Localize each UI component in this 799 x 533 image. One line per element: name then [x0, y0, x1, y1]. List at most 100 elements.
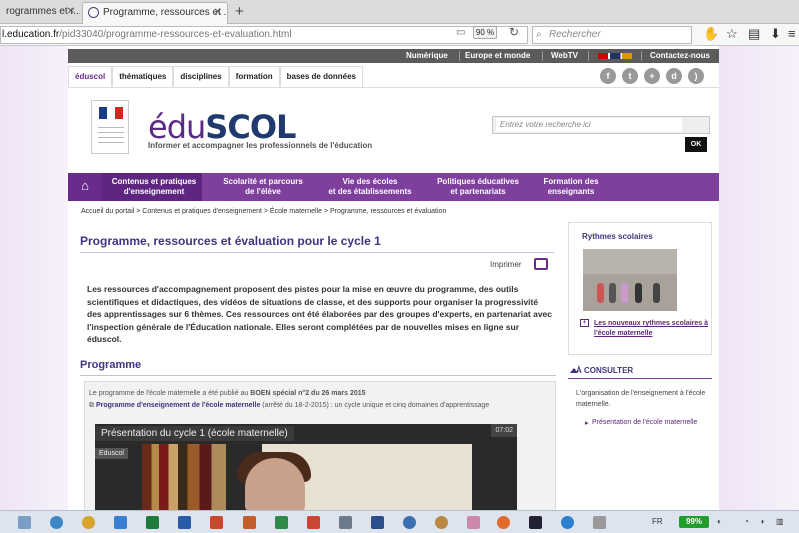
chrome-icon[interactable] — [82, 516, 95, 529]
topbar-link-contact[interactable]: Contactez-nous — [650, 51, 710, 60]
url-path: /pid33040/programme-ressources-et-evalua… — [59, 29, 292, 40]
menu-icon[interactable]: ≡ — [788, 26, 796, 41]
programme-publication-text: Le programme de l'école maternelle a été… — [89, 390, 366, 397]
tab-label: Programme, ressources et ... — [103, 7, 228, 18]
consult-heading: À CONSULTER — [569, 366, 634, 375]
ministry-logo[interactable] — [91, 100, 129, 154]
site-tagline: Informer et accompagner les professionne… — [148, 141, 373, 150]
topbar-link-webtv[interactable]: WebTV — [551, 51, 578, 60]
app-icon[interactable] — [467, 516, 480, 529]
programme-box: Le programme de l'école maternelle a été… — [84, 381, 556, 510]
twitter-icon[interactable]: t — [622, 68, 638, 84]
word-icon[interactable] — [178, 516, 191, 529]
photo-figure — [635, 283, 642, 303]
tab-formation[interactable]: formation — [228, 66, 280, 87]
title-underline — [80, 252, 554, 253]
facebook-icon[interactable]: f — [600, 68, 616, 84]
breadcrumb[interactable]: Accueil du portail > Contenus et pratiqu… — [81, 208, 446, 215]
video-channel-tag[interactable]: Eduscol — [95, 448, 128, 459]
powerpoint-icon[interactable] — [210, 516, 223, 529]
bookmark-star-icon[interactable]: ☆ — [726, 26, 738, 42]
app-icon[interactable] — [371, 516, 384, 529]
nav-item-vie-ecoles[interactable]: Vie des écoles et des établissements — [320, 177, 420, 197]
video-title[interactable]: Présentation du cycle 1 (école maternell… — [95, 426, 294, 441]
favicon-icon — [88, 7, 99, 18]
network-icon[interactable]: ▥ — [776, 517, 784, 526]
tray-icon[interactable]: ◐ — [717, 517, 722, 526]
divider — [641, 51, 642, 61]
nav-line: Formation des — [543, 177, 599, 186]
video-duration: 07:02 — [491, 424, 517, 437]
new-tab-icon[interactable]: + — [235, 2, 244, 22]
topbar-link-europe[interactable]: Europe et monde — [465, 51, 530, 60]
battery-indicator[interactable]: 99% — [679, 516, 709, 528]
divider — [459, 51, 460, 61]
programme-link-line: ⧉ Programme d'enseignement de l'école ma… — [89, 402, 489, 410]
printer-icon[interactable] — [534, 258, 548, 270]
nav-item-formation[interactable]: Formation des enseignants — [531, 177, 611, 197]
excel-icon[interactable] — [146, 516, 159, 529]
rythmes-link[interactable]: + Les nouveaux rythmes scolaires à l'écol… — [580, 319, 711, 339]
boen-link[interactable]: BOEN spécial n°2 du 26 mars 2015 — [250, 390, 365, 397]
googleplus-icon[interactable]: + — [644, 68, 660, 84]
wifi-icon[interactable]: ◔ — [744, 517, 749, 526]
dailymotion-icon[interactable]: d — [666, 68, 682, 84]
site-search: Entrez votre recherche ici — [492, 116, 710, 134]
extension-icon[interactable]: ✋ — [703, 26, 719, 42]
browser-search-input[interactable]: ⌕ Rechercher — [532, 26, 692, 44]
nav-item-scolarite[interactable]: Scolarité et parcours de l'élève — [213, 177, 313, 197]
reading-list-icon[interactable]: ▤ — [748, 26, 760, 42]
language-flags-icon[interactable] — [598, 53, 632, 59]
browser-tab-2-active[interactable]: Programme, ressources et ... ✕ — [82, 2, 228, 24]
french-flag-icon — [99, 107, 123, 119]
language-indicator[interactable]: FR — [652, 517, 663, 526]
address-bar[interactable]: l.education.fr/pid33040/programme-ressou… — [0, 26, 528, 44]
app-icon[interactable] — [275, 516, 288, 529]
consult-link[interactable]: Présentation de l'école maternelle — [585, 419, 697, 427]
logo-line — [98, 137, 124, 138]
firefox-icon[interactable] — [497, 516, 510, 529]
close-icon[interactable]: ✕ — [67, 2, 75, 22]
app-icon[interactable] — [307, 516, 320, 529]
nav-item-contenus[interactable]: Contenus et pratiques d'enseignement — [108, 177, 200, 197]
site-search-input[interactable]: Entrez votre recherche ici — [496, 118, 682, 132]
tab-bases-de-donnees[interactable]: bases de données — [279, 66, 363, 87]
nav-item-politiques[interactable]: Politiques éducatives et partenariats — [428, 177, 528, 197]
app-icon[interactable] — [243, 516, 256, 529]
external-link-icon: ⧉ — [89, 402, 96, 409]
app-icon[interactable] — [529, 516, 542, 529]
rss-icon[interactable]: ) — [688, 68, 704, 84]
tab-eduscol[interactable]: éduscol — [68, 66, 113, 87]
home-icon[interactable]: ⌂ — [68, 173, 102, 201]
search-placeholder: Rechercher — [549, 29, 601, 40]
app-icon[interactable] — [403, 516, 416, 529]
dropbox-icon[interactable] — [114, 516, 127, 529]
zoom-level[interactable]: 90 % — [473, 26, 497, 39]
right-background — [719, 46, 799, 510]
print-link[interactable]: Imprimer — [490, 260, 522, 269]
skype-icon[interactable] — [561, 516, 574, 529]
ie-icon[interactable] — [50, 516, 63, 529]
video-player[interactable]: Présentation du cycle 1 (école maternell… — [95, 424, 517, 510]
volume-icon[interactable]: ◖ — [760, 517, 765, 526]
logo-line — [98, 142, 124, 143]
logo-line — [98, 127, 124, 128]
nav-line: de l'élève — [245, 187, 281, 196]
tab-thematiques[interactable]: thématiques — [112, 66, 174, 87]
download-icon[interactable]: ⬇ — [770, 26, 781, 42]
app-icon[interactable] — [435, 516, 448, 529]
browser-navbar: l.education.fr/pid33040/programme-ressou… — [0, 24, 799, 46]
app-icon[interactable] — [339, 516, 352, 529]
reader-view-icon[interactable]: ▭ — [456, 27, 465, 38]
start-icon[interactable] — [18, 516, 31, 529]
search-ok-button[interactable]: OK — [685, 137, 707, 152]
programme-link[interactable]: Programme d'enseignement de l'école mate… — [96, 402, 260, 409]
playground-photo[interactable] — [583, 249, 677, 311]
close-icon[interactable]: ✕ — [214, 3, 222, 23]
photo-figure — [597, 283, 604, 303]
topbar-link-numerique[interactable]: Numérique — [406, 51, 448, 60]
app-icon[interactable] — [593, 516, 606, 529]
tab-disciplines[interactable]: disciplines — [173, 66, 229, 87]
reload-icon[interactable]: ↻ — [509, 25, 519, 39]
browser-tab-1[interactable]: rogrammes et r... ✕ — [0, 2, 80, 24]
